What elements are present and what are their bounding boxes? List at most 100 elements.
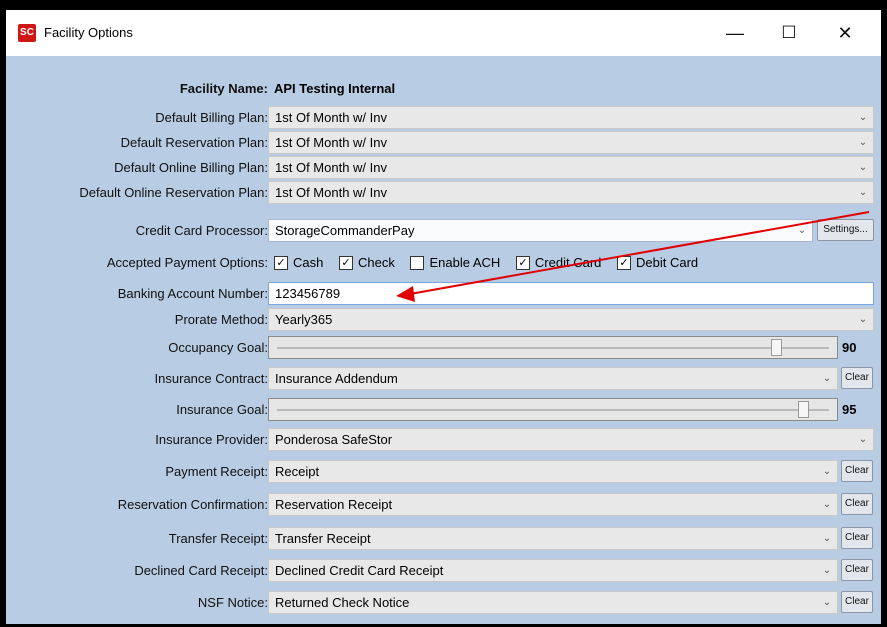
banking-account-number-row: Banking Account Number:	[6, 282, 881, 305]
insurance-contract-clear-button[interactable]: Clear	[841, 367, 873, 389]
prorate-method-dropdown[interactable]: Yearly365 ⌄	[268, 308, 874, 331]
default-reservation-plan-dropdown[interactable]: 1st Of Month w/ Inv ⌄	[268, 131, 874, 154]
accepted-payment-options-row: Accepted Payment Options: ✓ Cash ✓ Check E…	[6, 251, 881, 274]
default-online-reservation-plan-label: Default Online Reservation Plan:	[79, 185, 268, 200]
default-billing-plan-row: Default Billing Plan: 1st Of Month w/ In…	[6, 106, 881, 129]
checkbox-label: Debit Card	[636, 255, 699, 270]
facility-options-window: SC Facility Options — ☐ ✕ Facility Name:…	[6, 10, 881, 624]
slider-track	[277, 347, 829, 349]
occupancy-goal-label: Occupancy Goal:	[168, 340, 268, 355]
debit-card-checkbox[interactable]: ✓ Debit Card	[617, 251, 698, 274]
chevron-down-icon: ⌄	[858, 112, 868, 123]
transfer-receipt-label: Transfer Receipt:	[168, 531, 268, 546]
declined-card-receipt-clear-button[interactable]: Clear	[841, 559, 873, 581]
chevron-down-icon: ⌄	[822, 373, 832, 384]
payment-options-group: ✓ Cash ✓ Check Enable ACH ✓ Credit Card ✓ De…	[274, 251, 710, 274]
prorate-method-row: Prorate Method: Yearly365 ⌄	[6, 308, 881, 331]
insurance-goal-slider[interactable]	[268, 398, 838, 421]
check-checkbox[interactable]: ✓ Check	[338, 251, 395, 274]
default-reservation-plan-label: Default Reservation Plan:	[120, 135, 268, 150]
insurance-provider-dropdown[interactable]: Ponderosa SafeStor ⌄	[268, 428, 874, 451]
reservation-confirmation-row: Reservation Confirmation: Reservation Re…	[6, 493, 881, 516]
insurance-contract-label: Insurance Contract:	[154, 371, 268, 386]
enable-ach-checkbox[interactable]: Enable ACH	[410, 251, 500, 274]
chevron-down-icon: ⌄	[858, 162, 868, 173]
chevron-down-icon: ⌄	[858, 314, 868, 325]
settings-button[interactable]: Settings...	[817, 219, 874, 241]
minimize-button[interactable]: —	[712, 18, 758, 48]
slider-track	[277, 409, 829, 411]
occupancy-goal-value: 90	[842, 340, 857, 355]
insurance-goal-row: Insurance Goal: 95	[6, 398, 881, 421]
app-logo-icon: SC	[18, 24, 36, 42]
insurance-goal-label: Insurance Goal:	[176, 402, 268, 417]
insurance-contract-dropdown[interactable]: Insurance Addendum ⌄	[268, 367, 838, 390]
insurance-goal-value: 95	[842, 402, 857, 417]
options-panel: Facility Name: API Testing Internal Defa…	[6, 56, 881, 624]
insurance-provider-label: Insurance Provider:	[155, 432, 268, 447]
reservation-confirmation-dropdown[interactable]: Reservation Receipt ⌄	[268, 493, 838, 516]
occupancy-goal-slider[interactable]	[268, 336, 838, 359]
dropdown-value: 1st Of Month w/ Inv	[275, 110, 387, 125]
title-bar: SC Facility Options — ☐ ✕	[6, 10, 881, 56]
insurance-provider-row: Insurance Provider: Ponderosa SafeStor ⌄	[6, 428, 881, 451]
credit-card-checkbox[interactable]: ✓ Credit Card	[515, 251, 601, 274]
default-reservation-plan-row: Default Reservation Plan: 1st Of Month w…	[6, 131, 881, 154]
default-billing-plan-dropdown[interactable]: 1st Of Month w/ Inv ⌄	[268, 106, 874, 129]
transfer-receipt-clear-button[interactable]: Clear	[841, 527, 873, 549]
reservation-confirmation-clear-button[interactable]: Clear	[841, 493, 873, 515]
transfer-receipt-row: Transfer Receipt: Transfer Receipt ⌄ Cle…	[6, 527, 881, 550]
declined-card-receipt-dropdown[interactable]: Declined Credit Card Receipt ⌄	[268, 559, 838, 582]
nsf-notice-clear-button[interactable]: Clear	[841, 591, 873, 613]
nsf-notice-row: NSF Notice: Returned Check Notice ⌄ Clea…	[6, 591, 881, 614]
chevron-down-icon: ⌄	[822, 533, 832, 544]
check-icon: ✓	[617, 255, 632, 270]
chevron-down-icon: ⌄	[797, 225, 807, 236]
chevron-down-icon: ⌄	[822, 466, 832, 477]
dropdown-value: StorageCommanderPay	[275, 223, 415, 238]
dropdown-value: Ponderosa SafeStor	[275, 432, 393, 447]
cash-checkbox[interactable]: ✓ Cash	[274, 251, 323, 274]
slider-thumb[interactable]	[798, 401, 810, 418]
chevron-down-icon: ⌄	[822, 597, 832, 608]
check-icon: ✓	[274, 255, 288, 270]
nsf-notice-dropdown[interactable]: Returned Check Notice ⌄	[268, 591, 838, 614]
banking-account-number-label: Banking Account Number:	[117, 286, 268, 301]
default-online-reservation-plan-dropdown[interactable]: 1st Of Month w/ Inv ⌄	[268, 181, 874, 204]
empty-checkbox-icon	[410, 255, 425, 270]
credit-card-processor-row: Credit Card Processor: StorageCommanderP…	[6, 219, 881, 242]
dropdown-value: Insurance Addendum	[275, 371, 398, 386]
check-icon: ✓	[515, 255, 530, 270]
chevron-down-icon: ⌄	[858, 434, 868, 445]
maximize-button[interactable]: ☐	[766, 18, 812, 48]
transfer-receipt-dropdown[interactable]: Transfer Receipt ⌄	[268, 527, 838, 550]
declined-card-receipt-row: Declined Card Receipt: Declined Credit C…	[6, 559, 881, 582]
checkbox-label: Check	[357, 255, 395, 270]
slider-thumb[interactable]	[770, 339, 782, 356]
payment-receipt-label: Payment Receipt:	[165, 464, 268, 479]
dropdown-value: Declined Credit Card Receipt	[275, 563, 444, 578]
payment-receipt-clear-button[interactable]: Clear	[841, 460, 873, 482]
default-billing-plan-label: Default Billing Plan:	[155, 110, 268, 125]
banking-account-number-field[interactable]	[269, 283, 873, 304]
prorate-method-label: Prorate Method:	[174, 312, 268, 327]
credit-card-processor-dropdown[interactable]: StorageCommanderPay ⌄	[268, 219, 813, 242]
default-online-reservation-plan-row: Default Online Reservation Plan: 1st Of …	[6, 181, 881, 204]
default-online-billing-plan-dropdown[interactable]: 1st Of Month w/ Inv ⌄	[268, 156, 874, 179]
checkbox-label: Cash	[293, 255, 324, 270]
check-icon: ✓	[338, 255, 353, 270]
default-online-billing-plan-label: Default Online Billing Plan:	[114, 160, 268, 175]
facility-name-value: API Testing Internal	[274, 81, 396, 96]
close-button[interactable]: ✕	[822, 18, 868, 48]
dropdown-value: Receipt	[275, 464, 320, 479]
dropdown-value: 1st Of Month w/ Inv	[275, 185, 387, 200]
facility-name-row: Facility Name: API Testing Internal	[6, 77, 881, 100]
occupancy-goal-row: Occupancy Goal: 90	[6, 336, 881, 359]
dropdown-value: Reservation Receipt	[275, 497, 393, 512]
chevron-down-icon: ⌄	[822, 499, 832, 510]
payment-receipt-dropdown[interactable]: Receipt ⌄	[268, 460, 838, 483]
default-online-billing-plan-row: Default Online Billing Plan: 1st Of Mont…	[6, 156, 881, 179]
nsf-notice-label: NSF Notice:	[197, 595, 268, 610]
window-title: Facility Options	[44, 25, 133, 40]
dropdown-value: Returned Check Notice	[275, 595, 410, 610]
